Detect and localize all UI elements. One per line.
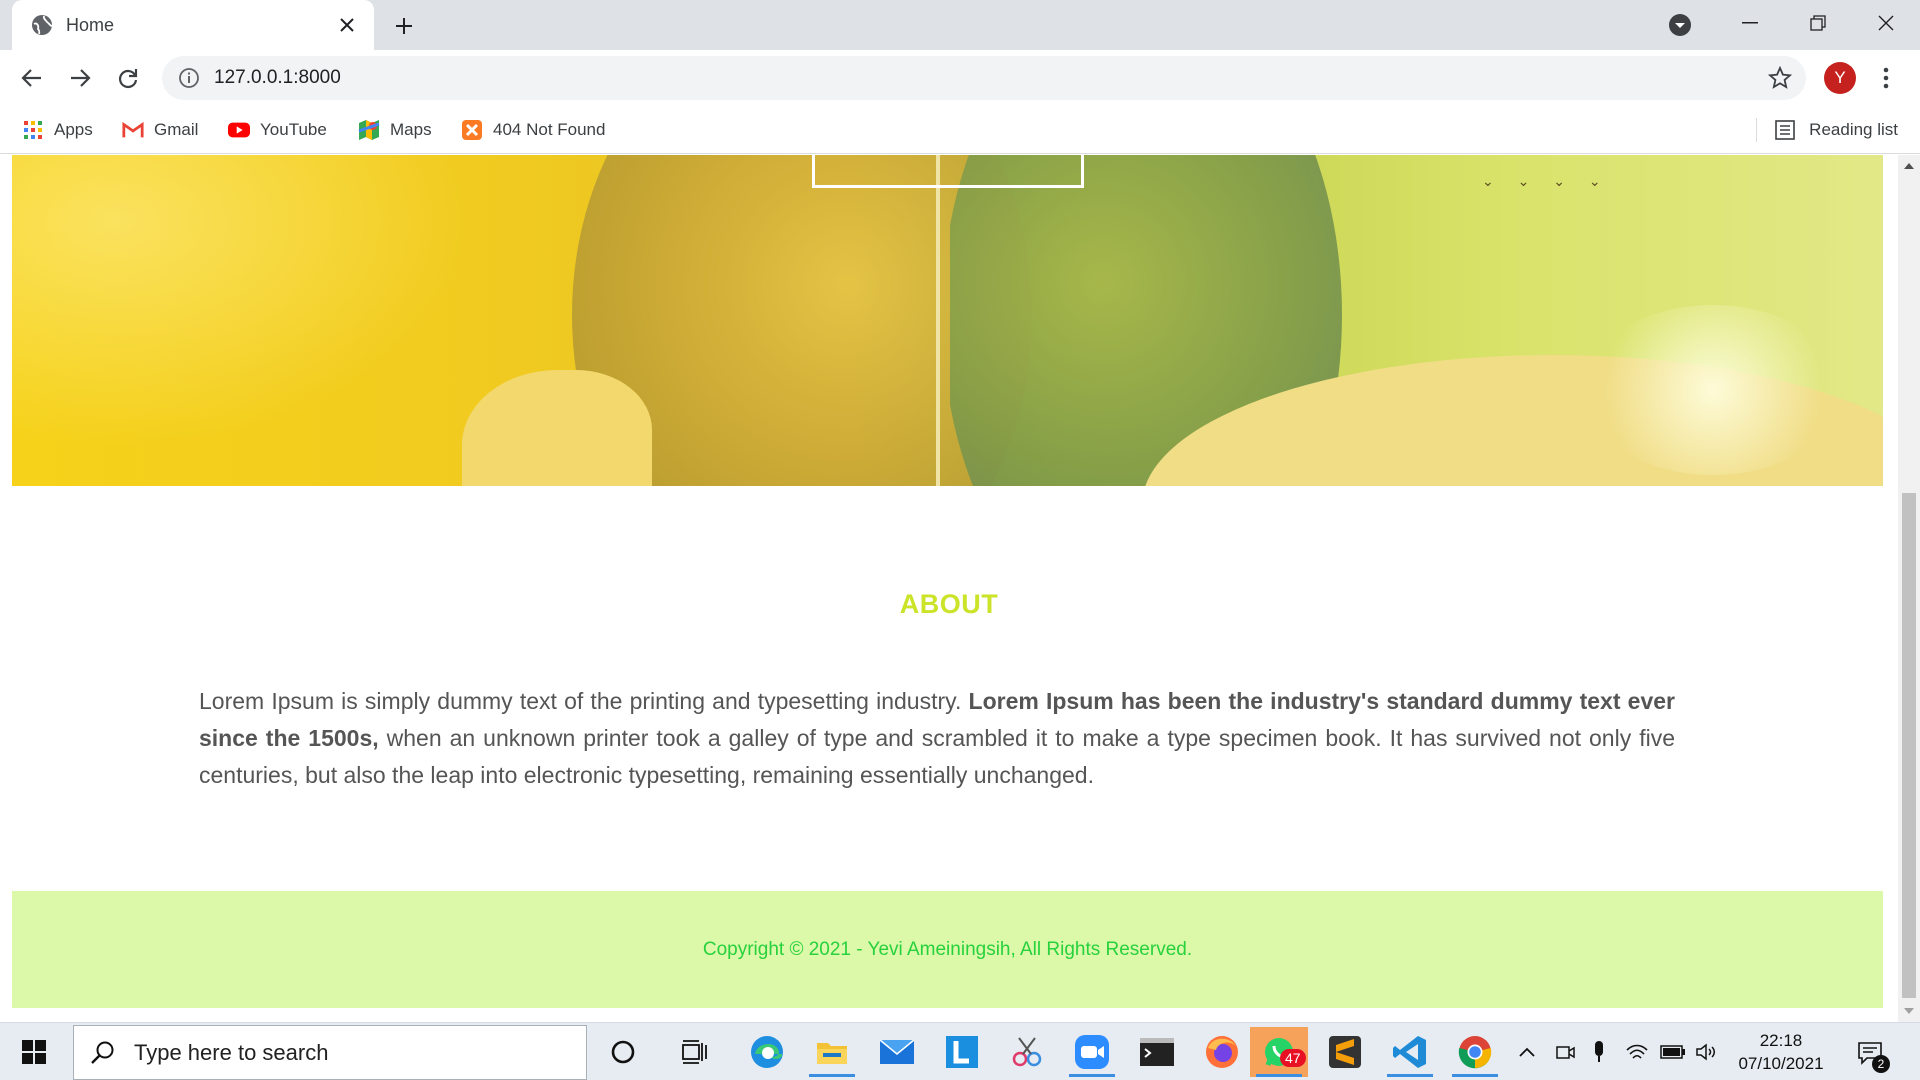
windows-taskbar: Type here to search 47 22:18 07/10/2021 … <box>0 1022 1920 1080</box>
scroll-down-arrow-icon[interactable] <box>1898 1000 1920 1022</box>
bookmark-star-icon[interactable] <box>1768 66 1792 90</box>
bookmarks-divider <box>1756 118 1758 142</box>
site-info-icon[interactable] <box>178 67 200 89</box>
forward-arrow-icon[interactable] <box>62 60 98 96</box>
bookmark-label: Maps <box>390 120 432 139</box>
bookmark-youtube[interactable]: YouTube <box>228 114 327 146</box>
new-tab-plus-icon[interactable] <box>388 10 420 42</box>
mail-icon[interactable] <box>868 1027 926 1077</box>
task-view-icon[interactable] <box>666 1027 724 1077</box>
wifi-icon[interactable] <box>1624 1037 1650 1067</box>
hero-cloud <box>1583 305 1843 475</box>
bookmarks-bar: Apps Gmail YouTube Maps 404 Not Found Re… <box>0 106 1920 154</box>
reload-icon[interactable] <box>110 60 146 96</box>
page-viewport: ⌄ ⌄ ⌄ ⌄ ABOUT Lorem Ipsum is simply dumm… <box>0 155 1898 1022</box>
edge-browser-icon[interactable] <box>738 1027 796 1077</box>
reading-list-button[interactable]: Reading list <box>1756 114 1898 146</box>
clock-time: 22:18 <box>1759 1031 1803 1050</box>
bookmark-label: Apps <box>54 120 93 139</box>
gmail-icon <box>122 119 144 141</box>
address-bar[interactable]: 127.0.0.1:8000 <box>162 56 1806 100</box>
tab-title: Home <box>66 14 115 35</box>
url-text[interactable]: 127.0.0.1:8000 <box>214 67 341 89</box>
bookmark-gmail[interactable]: Gmail <box>122 114 198 146</box>
browser-toolbar: 127.0.0.1:8000 Y <box>0 50 1920 106</box>
bookmark-apps[interactable]: Apps <box>22 114 93 146</box>
minimize-icon[interactable] <box>1716 0 1784 46</box>
hero-title-frame <box>812 155 1084 188</box>
file-explorer-icon[interactable] <box>803 1027 861 1077</box>
globe-icon <box>32 15 53 35</box>
terminal-icon[interactable] <box>1128 1027 1186 1077</box>
hero-split-line <box>936 155 940 486</box>
clock-date: 07/10/2021 <box>1738 1054 1824 1073</box>
maps-icon <box>358 119 380 141</box>
page-scrollbar[interactable] <box>1898 155 1920 1022</box>
about-text-part-1: Lorem Ipsum is simply dummy text of the … <box>199 688 969 714</box>
whatsapp-icon[interactable]: 47 <box>1250 1027 1308 1077</box>
meet-now-camera-icon[interactable] <box>1552 1037 1578 1067</box>
hero-banner-image: ⌄ ⌄ ⌄ ⌄ <box>12 155 1883 486</box>
reading-list-icon <box>1775 119 1797 141</box>
tab-search-icon[interactable] <box>1668 13 1692 37</box>
notification-center-icon[interactable]: 2 <box>1852 1035 1890 1073</box>
more-menu-icon[interactable] <box>1872 62 1900 94</box>
browser-tab-bar: Home <box>0 0 1920 50</box>
hero-birds: ⌄ ⌄ ⌄ ⌄ <box>1482 173 1611 189</box>
vscode-icon[interactable] <box>1381 1027 1439 1077</box>
bookmark-label: YouTube <box>260 120 327 139</box>
restore-icon[interactable] <box>1784 0 1852 46</box>
xampp-icon <box>461 119 483 141</box>
sublime-text-icon[interactable] <box>1316 1027 1374 1077</box>
copyright-text: Copyright © 2021 - Yevi Ameiningsih, All… <box>702 938 1193 960</box>
bookmark-404-not-found[interactable]: 404 Not Found <box>461 114 605 146</box>
tab-home[interactable]: Home <box>12 0 374 50</box>
volume-icon[interactable] <box>1694 1037 1720 1067</box>
bookmark-maps[interactable]: Maps <box>358 114 432 146</box>
show-hidden-icons-chevron-icon[interactable] <box>1514 1037 1540 1067</box>
firefox-icon[interactable] <box>1193 1027 1251 1077</box>
search-placeholder: Type here to search <box>134 1039 329 1065</box>
lightshot-l-icon[interactable] <box>933 1027 991 1077</box>
reading-list-label: Reading list <box>1809 120 1898 139</box>
battery-icon[interactable] <box>1660 1037 1686 1067</box>
bookmark-label: 404 Not Found <box>493 120 606 139</box>
about-paragraph: Lorem Ipsum is simply dummy text of the … <box>199 683 1675 794</box>
close-window-icon[interactable] <box>1852 0 1920 46</box>
whatsapp-badge: 47 <box>1280 1049 1306 1067</box>
taskbar-search-box[interactable]: Type here to search <box>73 1025 587 1080</box>
close-tab-icon[interactable] <box>332 10 362 40</box>
youtube-icon <box>228 119 250 141</box>
about-text-part-2: when an unknown printer took a galley of… <box>199 725 1675 788</box>
microphone-icon[interactable] <box>1586 1037 1612 1067</box>
back-arrow-icon[interactable] <box>14 60 50 96</box>
hero-sky <box>12 155 532 486</box>
page-footer: Copyright © 2021 - Yevi Ameiningsih, All… <box>12 891 1883 1008</box>
windows-start-icon[interactable] <box>10 1031 58 1073</box>
about-heading: ABOUT <box>899 589 999 619</box>
zoom-icon[interactable] <box>1063 1027 1121 1077</box>
profile-avatar[interactable]: Y <box>1824 62 1856 94</box>
search-icon <box>91 1041 114 1064</box>
apps-grid-icon <box>22 119 44 141</box>
chrome-icon[interactable] <box>1446 1027 1504 1077</box>
notification-count-badge: 2 <box>1872 1055 1890 1073</box>
scroll-up-arrow-icon[interactable] <box>1898 155 1920 177</box>
scrollbar-thumb[interactable] <box>1902 493 1916 998</box>
snipping-tool-icon[interactable] <box>998 1027 1056 1077</box>
bookmark-label: Gmail <box>154 120 199 139</box>
taskbar-clock[interactable]: 22:18 07/10/2021 <box>1726 1029 1836 1075</box>
cortana-icon[interactable] <box>594 1027 652 1077</box>
